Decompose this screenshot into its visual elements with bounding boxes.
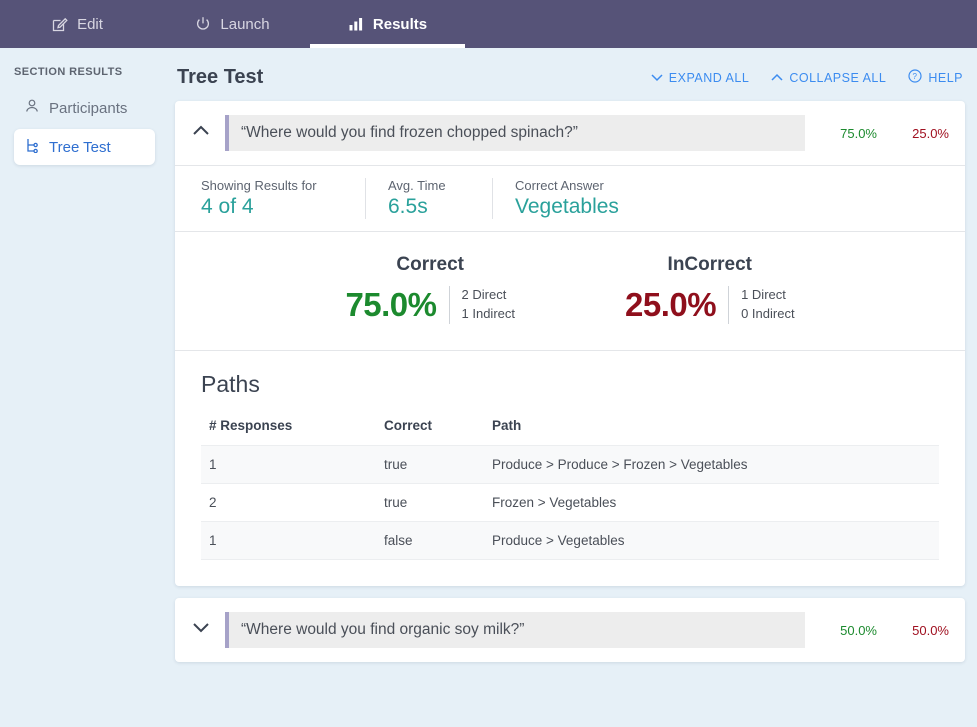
main-header: Tree Test EXPAND ALL COLLAPSE ALL ? HELP <box>175 66 965 101</box>
cell-correct: true <box>376 445 484 484</box>
question-1-incorrect-pct: 25.0% <box>912 125 949 141</box>
stat-avg-time-value: 6.5s <box>388 195 428 218</box>
table-row: 2 true Frozen > Vegetables <box>201 483 939 522</box>
collapse-all-label: COLLAPSE ALL <box>789 70 887 85</box>
column-responses: # Responses <box>209 418 293 433</box>
edit-square-icon <box>52 16 68 32</box>
score-incorrect: InCorrect 25.0% 1 Direct 0 Indirect <box>625 254 795 324</box>
chevron-down-icon <box>651 71 663 85</box>
column-correct: Correct <box>384 418 433 433</box>
stat-showing-results-value: 4 of 4 <box>201 195 254 218</box>
question-1-correct-pct: 75.0% <box>840 125 877 141</box>
question-1-stats: Showing Results for 4 of 4 Avg. Time 6.5… <box>175 165 965 232</box>
table-row: 1 true Produce > Produce > Frozen > Vege… <box>201 445 939 484</box>
header-actions: EXPAND ALL COLLAPSE ALL ? HELP <box>651 69 963 89</box>
column-path: Path <box>492 418 522 433</box>
score-incorrect-indirect: 0 Indirect <box>741 306 795 321</box>
question-2-correct-pct: 50.0% <box>840 622 877 638</box>
user-icon <box>24 98 40 118</box>
table-row: 1 false Produce > Vegetables <box>201 521 939 560</box>
cell-correct: true <box>376 483 484 522</box>
stat-showing-results-label: Showing Results for <box>201 178 317 193</box>
cell-responses: 1 <box>201 521 376 560</box>
cell-correct: false <box>376 521 484 560</box>
score-incorrect-title: InCorrect <box>667 254 753 275</box>
page-title: Tree Test <box>177 66 264 88</box>
sidebar-title: SECTION RESULTS <box>14 66 123 78</box>
question-card-1: “Where would you find frozen chopped spi… <box>175 101 965 586</box>
top-navbar: Edit Launch Results <box>0 0 977 48</box>
question-1-text: “Where would you find frozen chopped spi… <box>225 115 805 151</box>
score-correct-value: 75.0% <box>345 286 437 323</box>
chevron-down-icon[interactable] <box>191 621 211 639</box>
power-icon <box>195 16 211 32</box>
question-card-2: “Where would you find organic soy milk?”… <box>175 598 965 662</box>
question-2-header[interactable]: “Where would you find organic soy milk?”… <box>175 598 965 662</box>
score-correct-indirect: 1 Indirect <box>461 306 515 321</box>
question-2-text: “Where would you find organic soy milk?” <box>225 612 805 648</box>
score-correct: Correct 75.0% 2 Direct 1 Indirect <box>345 254 515 324</box>
bar-chart-icon <box>348 16 364 32</box>
sidebar-item-tree-test[interactable]: Tree Test <box>14 129 155 165</box>
chevron-up-icon[interactable] <box>191 124 211 142</box>
sidebar-item-participants-label: Participants <box>49 99 128 117</box>
question-1-header[interactable]: “Where would you find frozen chopped spi… <box>175 101 965 165</box>
sidebar-item-tree-test-label: Tree Test <box>49 138 111 156</box>
tab-launch-label: Launch <box>220 15 270 33</box>
tab-results-label: Results <box>372 15 428 33</box>
score-incorrect-direct: 1 Direct <box>741 287 786 303</box>
stat-avg-time-label: Avg. Time <box>388 178 446 193</box>
score-correct-title: Correct <box>396 254 464 275</box>
paths-section: Paths # Responses Correct Path 1 true Pr… <box>175 351 965 586</box>
cell-path: Produce > Vegetables <box>484 521 939 560</box>
question-circle-icon: ? <box>908 69 922 86</box>
stat-correct-answer: Correct Answer Vegetables <box>515 178 700 219</box>
sidebar-item-participants[interactable]: Participants <box>14 90 155 126</box>
collapse-all-button[interactable]: COLLAPSE ALL <box>771 71 886 85</box>
help-label: HELP <box>928 70 963 85</box>
stat-showing-results: Showing Results for 4 of 4 <box>201 178 366 219</box>
tab-edit-label: Edit <box>77 15 103 33</box>
paths-table-header-row: # Responses Correct Path <box>201 412 939 446</box>
chevron-up-icon <box>771 71 783 85</box>
sidebar: SECTION RESULTS Participants Tree Test <box>0 48 165 727</box>
tab-launch[interactable]: Launch <box>155 0 310 48</box>
expand-all-label: EXPAND ALL <box>668 70 750 85</box>
cell-path: Produce > Produce > Frozen > Vegetables <box>484 445 939 484</box>
tree-hierarchy-icon <box>24 137 40 157</box>
question-2-incorrect-pct: 50.0% <box>912 622 949 638</box>
help-button[interactable]: ? HELP <box>908 69 963 86</box>
paths-table: # Responses Correct Path 1 true Produce … <box>201 412 939 560</box>
cell-path: Frozen > Vegetables <box>484 483 939 522</box>
paths-title: Paths <box>201 371 260 397</box>
cell-responses: 1 <box>201 445 376 484</box>
svg-text:?: ? <box>913 72 918 81</box>
score-incorrect-value: 25.0% <box>625 286 717 323</box>
stat-avg-time: Avg. Time 6.5s <box>388 178 493 219</box>
stat-correct-answer-value: Vegetables <box>515 195 619 218</box>
question-1-score-summary: Correct 75.0% 2 Direct 1 Indirect InCorr… <box>175 232 965 351</box>
main-content: Tree Test EXPAND ALL COLLAPSE ALL ? HELP… <box>165 48 977 727</box>
expand-all-button[interactable]: EXPAND ALL <box>651 71 750 85</box>
stat-correct-answer-label: Correct Answer <box>515 178 604 193</box>
tab-edit[interactable]: Edit <box>0 0 155 48</box>
score-correct-direct: 2 Direct <box>461 287 507 303</box>
cell-responses: 2 <box>201 483 376 522</box>
tab-results[interactable]: Results <box>310 0 465 48</box>
